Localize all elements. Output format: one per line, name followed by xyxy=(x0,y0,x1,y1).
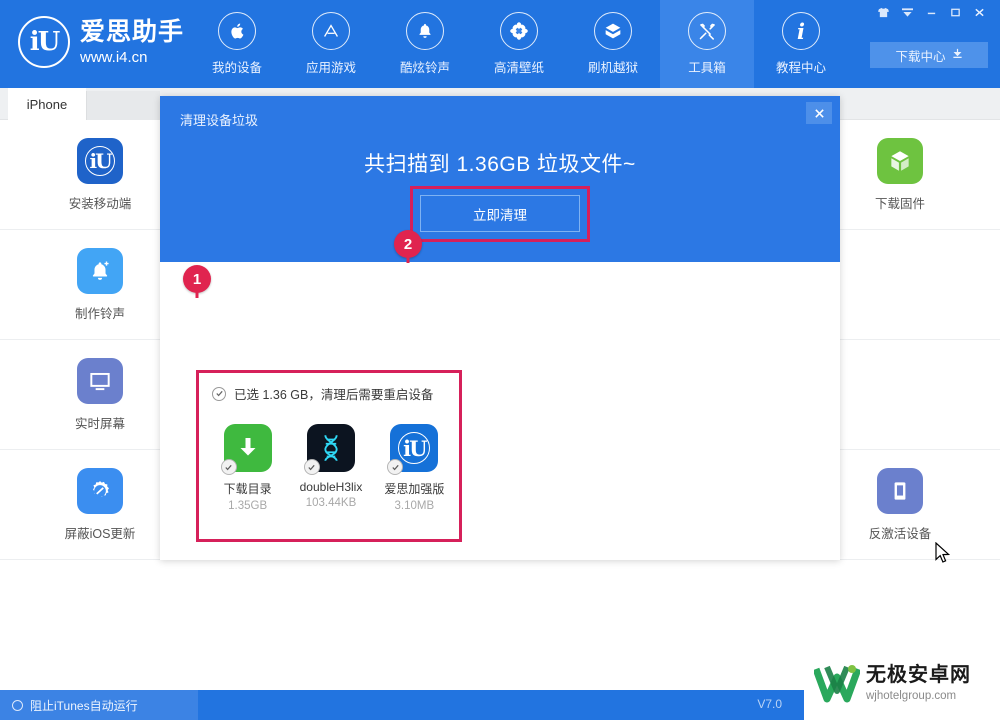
list-item[interactable]: 下载目录 1.35GB xyxy=(206,424,289,512)
tile-label: 实时屏幕 xyxy=(74,416,125,431)
dialog-header: 清理设备垃圾 共扫描到 1.36GB 垃圾文件~ xyxy=(160,96,840,262)
block-update-icon xyxy=(77,467,123,514)
main-navigation: 我的设备 应用游戏 酷炫铃声 高清壁纸 刷机越狱 工具箱 i 教程中心 xyxy=(190,0,848,88)
tile-label: 安装移动端 xyxy=(68,196,132,211)
tile-label: 反激活设备 xyxy=(868,526,932,541)
file-name: 爱思加强版 xyxy=(384,482,445,496)
nav-item-my-device[interactable]: 我的设备 xyxy=(190,0,284,88)
nav-label: 酷炫铃声 xyxy=(399,61,450,75)
nav-label: 我的设备 xyxy=(211,61,262,75)
tools-icon xyxy=(688,12,726,50)
dialog-body: 已选 1.36 GB，清理后需要重启设备 下载目录 1.35GB doubleH… xyxy=(160,262,840,560)
tile-label: 屏蔽iOS更新 xyxy=(64,526,136,541)
check-icon[interactable] xyxy=(387,459,404,475)
step-badge-label: 1 xyxy=(192,270,202,288)
chevron-down-icon[interactable] xyxy=(896,2,918,22)
block-itunes-label: 阻止iTunes自动运行 xyxy=(30,698,138,713)
file-size: 3.10MB xyxy=(394,500,435,512)
tab-placeholder xyxy=(86,91,160,120)
nav-label: 刷机越狱 xyxy=(587,61,638,75)
file-name: 下载目录 xyxy=(223,482,272,496)
clean-junk-dialog: 清理设备垃圾 共扫描到 1.36GB 垃圾文件~ 已选 1.36 GB，清理后需… xyxy=(160,96,840,560)
check-icon[interactable] xyxy=(303,459,320,475)
nav-label: 应用游戏 xyxy=(305,61,356,75)
clean-now-button[interactable]: 立即清理 xyxy=(420,195,580,232)
window-controls xyxy=(872,2,990,22)
check-icon[interactable] xyxy=(212,386,226,401)
tab-label: iPhone xyxy=(26,96,68,112)
brand-logo-group: iU 爱思助手 www.i4.cn xyxy=(18,16,184,68)
ringtone-icon xyxy=(77,247,123,294)
skin-icon[interactable] xyxy=(872,2,894,22)
apple-icon xyxy=(218,12,256,50)
maximize-icon[interactable] xyxy=(944,2,966,22)
info-icon: i xyxy=(782,12,820,50)
clean-now-label: 立即清理 xyxy=(473,207,527,223)
close-icon[interactable] xyxy=(968,2,990,22)
watermark-text: 无极安卓网 wjhotelgroup.com xyxy=(866,664,971,703)
box-icon xyxy=(594,12,632,50)
watermark: 无极安卓网 wjhotelgroup.com xyxy=(804,648,1000,720)
tile-label: 制作铃声 xyxy=(74,306,125,321)
selection-summary-label: 已选 1.36 GB，清理后需要重启设备 xyxy=(234,388,434,402)
selection-summary: 已选 1.36 GB，清理后需要重启设备 xyxy=(212,384,433,403)
junk-file-list: 下载目录 1.35GB doubleH3lix 103.44KB iU 爱思加强… xyxy=(206,424,456,512)
version-label: V7.0 xyxy=(757,697,782,711)
appstore-icon xyxy=(312,12,350,50)
download-center-button[interactable]: 下载中心 xyxy=(870,42,988,68)
tile-label: 下载固件 xyxy=(874,196,925,211)
tab-iphone[interactable]: iPhone xyxy=(8,88,86,120)
cube-icon xyxy=(877,137,923,184)
deactivate-icon xyxy=(877,467,923,514)
app-header: iU 爱思助手 www.i4.cn 我的设备 应用游戏 酷炫铃声 高清壁纸 刷机… xyxy=(0,0,1000,88)
nav-item-wallpapers[interactable]: 高清壁纸 xyxy=(472,0,566,88)
file-size: 103.44KB xyxy=(305,497,357,509)
watermark-title: 无极安卓网 xyxy=(866,664,971,687)
file-icon-wrap: iU xyxy=(387,424,439,475)
bell-icon xyxy=(406,12,444,50)
i4-logo-icon: iU xyxy=(18,16,70,68)
nav-item-flash-jailbreak[interactable]: 刷机越狱 xyxy=(566,0,660,88)
app-window: iU 爱思助手 www.i4.cn 我的设备 应用游戏 酷炫铃声 高清壁纸 刷机… xyxy=(0,0,1000,720)
brand-logo-text: iU xyxy=(29,27,61,57)
brand-text: 爱思助手 www.i4.cn xyxy=(80,17,185,66)
flower-icon xyxy=(500,12,538,50)
nav-label: 教程中心 xyxy=(775,61,826,75)
nav-label: 高清壁纸 xyxy=(493,61,544,75)
list-item[interactable]: doubleH3lix 103.44KB xyxy=(289,424,372,512)
brand-name: 爱思助手 xyxy=(80,17,185,46)
nav-item-toolbox[interactable]: 工具箱 xyxy=(660,0,754,88)
file-icon-wrap xyxy=(303,424,355,475)
step-badge-label: 2 xyxy=(403,235,413,253)
radio-icon xyxy=(12,699,23,711)
watermark-subtitle: wjhotelgroup.com xyxy=(866,690,957,703)
file-name: doubleH3lix xyxy=(299,480,363,494)
dialog-title: 清理设备垃圾 xyxy=(180,113,259,128)
file-size: 1.35GB xyxy=(228,500,268,512)
download-icon xyxy=(952,48,963,62)
watermark-logo-icon xyxy=(812,663,862,705)
brand-url: www.i4.cn xyxy=(80,48,148,66)
nav-item-tutorials[interactable]: i 教程中心 xyxy=(754,0,848,88)
minimize-icon[interactable] xyxy=(920,2,942,22)
step-badge-2: 2 xyxy=(394,230,422,258)
nav-item-apps-games[interactable]: 应用游戏 xyxy=(284,0,378,88)
download-center-label: 下载中心 xyxy=(895,49,946,64)
step-badge-1: 1 xyxy=(183,265,211,293)
dialog-close-button[interactable] xyxy=(806,102,832,124)
block-itunes-toggle[interactable]: 阻止iTunes自动运行 xyxy=(0,690,198,720)
i4-app-icon: iU xyxy=(77,137,123,184)
monitor-icon xyxy=(77,357,123,404)
file-icon-wrap xyxy=(220,424,272,475)
check-icon[interactable] xyxy=(220,459,237,475)
list-item[interactable]: iU 爱思加强版 3.10MB xyxy=(373,424,456,512)
nav-label: 工具箱 xyxy=(688,61,726,75)
nav-item-ringtones[interactable]: 酷炫铃声 xyxy=(378,0,472,88)
scan-result-text: 共扫描到 1.36GB 垃圾文件~ xyxy=(364,153,636,176)
